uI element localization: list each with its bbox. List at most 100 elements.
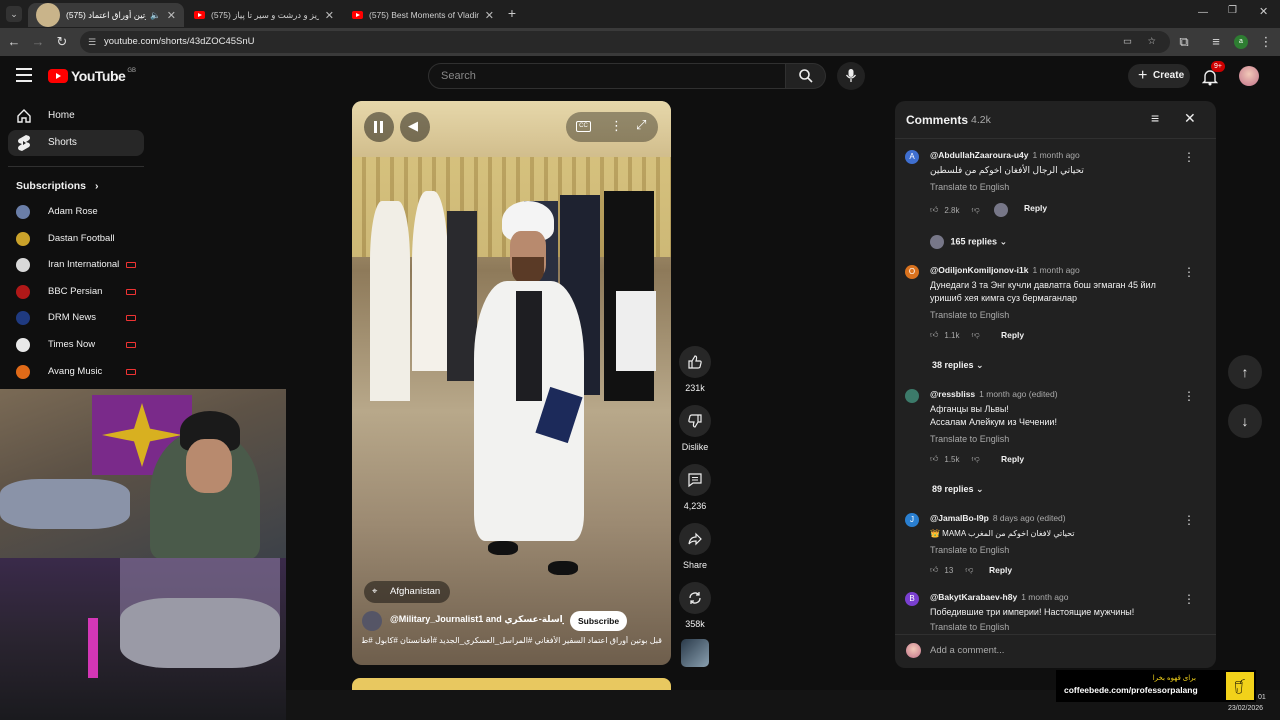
notifications-button[interactable]: 9+ bbox=[1200, 61, 1225, 88]
close-tab-icon[interactable]: ✕ bbox=[161, 9, 176, 22]
reply-button[interactable]: Reply bbox=[1001, 330, 1024, 340]
more-options-icon[interactable]: ⋮ bbox=[610, 118, 623, 134]
comment-menu-icon[interactable]: ⋮ bbox=[1183, 150, 1195, 164]
account-avatar[interactable] bbox=[1239, 66, 1259, 86]
pause-button[interactable] bbox=[364, 112, 394, 142]
reply-button[interactable]: Reply bbox=[1001, 454, 1024, 464]
comment-avatar[interactable] bbox=[905, 389, 919, 403]
subscription-item[interactable]: BBC Persian bbox=[16, 282, 146, 302]
comment-author[interactable]: @AbdullahZaaroura-u4y 1 month ago bbox=[930, 150, 1080, 160]
media-control-icon[interactable]: ≡ bbox=[1208, 34, 1224, 50]
forward-icon[interactable]: → bbox=[30, 34, 46, 50]
dislike-action[interactable]: Dislike bbox=[679, 405, 711, 452]
tab-3[interactable]: (575) Best Moments of Vladimir ✕ bbox=[344, 3, 502, 27]
extensions-icon[interactable]: ⧉ bbox=[1176, 34, 1192, 50]
subscribe-button[interactable]: Subscribe bbox=[570, 611, 628, 631]
sidebar-item-shorts[interactable]: Shorts bbox=[8, 130, 144, 156]
shorts-video-player[interactable]: ◀ CC ⋮ ⤢ ⌖ Afghanistan @Military_Journal… bbox=[352, 101, 671, 665]
close-tab-icon[interactable]: ✕ bbox=[319, 9, 334, 22]
thumbs-down-icon[interactable]: 👎︎ bbox=[972, 330, 980, 340]
location-chip[interactable]: ⌖ Afghanistan bbox=[364, 581, 451, 603]
subscription-item[interactable]: Avang Music bbox=[16, 362, 146, 382]
comment-item: O @OdiljonKomiljonov-i1k 1 month ago Дуне… bbox=[905, 265, 1205, 365]
comment-author[interactable]: @JamalBo-l9p 8 days ago (edited) bbox=[930, 513, 1066, 523]
sidebar-item-home[interactable]: Home bbox=[8, 103, 144, 129]
previous-short-button[interactable]: ↑ bbox=[1228, 355, 1262, 389]
comment-menu-icon[interactable]: ⋮ bbox=[1183, 592, 1195, 606]
create-button[interactable]: + Create bbox=[1128, 64, 1190, 88]
close-icon[interactable]: ✕ bbox=[1184, 110, 1196, 127]
thumbs-down-icon[interactable]: 👎︎ bbox=[972, 454, 980, 464]
translate-link[interactable]: Translate to English bbox=[930, 545, 1009, 555]
comment-avatar[interactable]: B bbox=[905, 592, 919, 606]
view-replies-button[interactable]: 89 replies ⌄ bbox=[932, 484, 984, 495]
thumbs-up-icon[interactable]: 👍︎ bbox=[930, 565, 938, 575]
thumbs-up-icon[interactable]: 👍︎ bbox=[930, 330, 938, 340]
subscriptions-header[interactable]: Subscriptions › bbox=[16, 180, 98, 192]
reply-button[interactable]: Reply bbox=[989, 565, 1012, 575]
minimize-icon[interactable]: — bbox=[1198, 7, 1208, 18]
subscription-item[interactable]: Times Now bbox=[16, 335, 146, 355]
like-action[interactable]: 231k bbox=[679, 346, 711, 393]
next-video-preview[interactable] bbox=[352, 678, 671, 690]
subscription-item[interactable]: Adam Rose bbox=[16, 202, 146, 222]
volume-button[interactable]: ◀ bbox=[400, 112, 430, 142]
close-tab-icon[interactable]: ✕ bbox=[479, 9, 494, 22]
thumbs-down-icon[interactable]: 👎︎ bbox=[972, 205, 980, 215]
site-info-icon[interactable]: ☰ bbox=[88, 31, 96, 53]
bookmark-star-icon[interactable]: ☆ bbox=[1147, 31, 1156, 53]
channel-name[interactable]: @Military_Journalist1 and المراسلة-عسكري… bbox=[390, 614, 564, 625]
add-comment-input[interactable]: Add a comment... bbox=[930, 645, 1004, 656]
translate-link[interactable]: Translate to English bbox=[930, 310, 1009, 320]
comment-author[interactable]: @OdiljonKomiljonov-i1k 1 month ago bbox=[930, 265, 1080, 275]
translate-link[interactable]: Translate to English bbox=[930, 182, 1009, 192]
maximize-icon[interactable]: ❐ bbox=[1228, 5, 1237, 16]
translate-link[interactable]: Translate to English bbox=[930, 622, 1009, 632]
comment-avatar[interactable]: O bbox=[905, 265, 919, 279]
youtube-logo[interactable]: YouTube GB bbox=[48, 68, 136, 84]
thumbs-up-icon[interactable]: 👍︎ bbox=[930, 205, 938, 215]
audio-source-thumbnail[interactable] bbox=[681, 639, 709, 667]
new-tab-button[interactable]: + bbox=[504, 5, 520, 21]
subscription-item[interactable]: Dastan Football bbox=[16, 229, 146, 249]
search-button[interactable] bbox=[786, 63, 826, 89]
thumbs-down-icon[interactable]: 👎︎ bbox=[965, 565, 973, 575]
browser-menu-icon[interactable]: ⋮ bbox=[1258, 34, 1274, 50]
comment-author[interactable]: @ressbliss 1 month ago (edited) bbox=[930, 389, 1058, 399]
comment-menu-icon[interactable]: ⋮ bbox=[1183, 513, 1195, 527]
fullscreen-icon[interactable]: ⤢ bbox=[636, 117, 646, 133]
sort-icon[interactable]: ≡ bbox=[1151, 110, 1159, 126]
profile-avatar[interactable]: a bbox=[1234, 35, 1248, 49]
remix-action[interactable]: 358k bbox=[679, 582, 711, 629]
share-action[interactable]: Share bbox=[679, 523, 711, 570]
tab-audio-icon[interactable]: 🔈 bbox=[150, 10, 161, 21]
channel-avatar[interactable] bbox=[362, 611, 382, 631]
address-bar[interactable]: ☰ youtube.com/shorts/43dZOC45SnU ▭ ☆ bbox=[80, 31, 1170, 53]
comments-action[interactable]: 4,236 bbox=[679, 464, 711, 511]
subscription-item[interactable]: DRM News bbox=[16, 308, 146, 328]
captions-icon[interactable]: CC bbox=[576, 121, 591, 132]
reload-icon[interactable]: ↻ bbox=[54, 34, 70, 50]
view-replies-button[interactable]: 165 replies ⌄ bbox=[930, 235, 1007, 249]
view-replies-button[interactable]: 38 replies ⌄ bbox=[932, 360, 984, 371]
back-icon[interactable]: ← bbox=[6, 34, 22, 50]
search-input[interactable]: Search bbox=[428, 63, 786, 89]
tab-1[interactable]: (575) قبل بوتين أوراق اعتماد 🔈 ✕ bbox=[28, 3, 184, 27]
reply-button[interactable]: Reply bbox=[1024, 203, 1047, 213]
translate-link[interactable]: Translate to English bbox=[930, 434, 1009, 444]
voice-search-button[interactable] bbox=[837, 62, 865, 90]
comment-menu-icon[interactable]: ⋮ bbox=[1183, 265, 1195, 279]
cast-icon[interactable]: ▭ bbox=[1123, 31, 1132, 53]
next-short-button[interactable]: ↓ bbox=[1228, 404, 1262, 438]
comment-avatar[interactable]: J bbox=[905, 513, 919, 527]
comment-menu-icon[interactable]: ⋮ bbox=[1183, 389, 1195, 403]
hamburger-menu-icon[interactable] bbox=[16, 68, 32, 82]
thumbs-up-icon[interactable]: 👍︎ bbox=[930, 454, 938, 464]
tab-list-button[interactable]: ⌄ bbox=[6, 6, 22, 22]
tab-2[interactable]: (575) ریز و درشت و سیر تا پیاز ✕ bbox=[186, 3, 342, 27]
close-window-icon[interactable]: ✕ bbox=[1259, 5, 1268, 18]
player-controls-group: CC ⋮ ⤢ bbox=[566, 112, 658, 142]
subscription-item[interactable]: Iran International bbox=[16, 255, 146, 275]
comment-avatar[interactable]: A bbox=[905, 150, 919, 164]
comment-author[interactable]: @BakytKarabaev-h8y 1 month ago bbox=[930, 592, 1068, 602]
